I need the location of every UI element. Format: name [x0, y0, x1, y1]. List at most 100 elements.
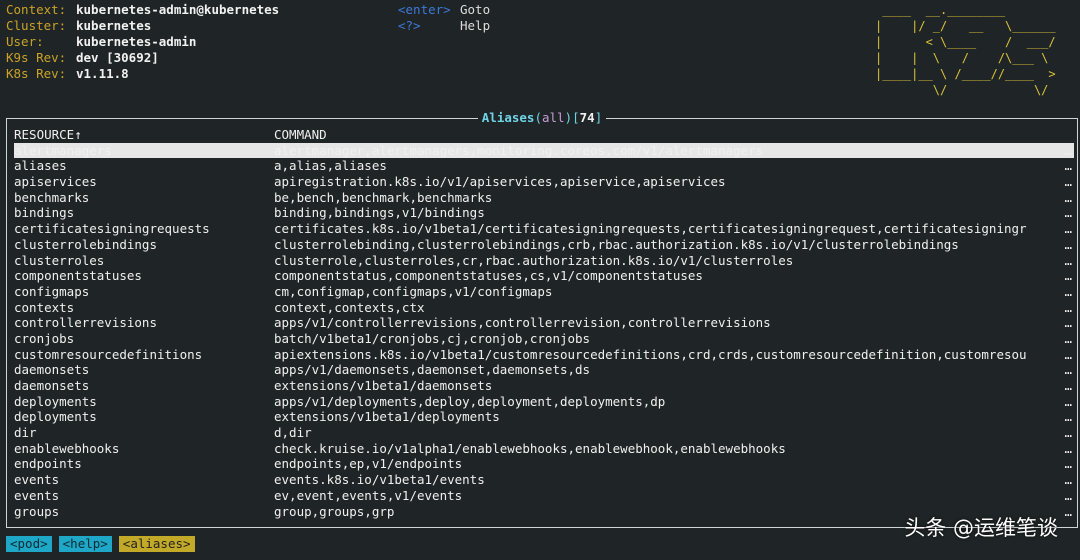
command-cell: cm,configmap,configmaps,v1/configmaps — [274, 283, 553, 299]
resource-cell: clusterroles — [14, 252, 105, 268]
command-cell: ev,event,events,v1/events — [274, 487, 463, 503]
table-row[interactable]: events ev,event,events,v1/events… — [14, 488, 1074, 504]
cluster-info: Context: kubernetes-admin@kubernetes Clus… — [6, 2, 279, 82]
view-namespace: all — [541, 110, 565, 125]
table-row[interactable]: contexts context,contexts,ctx… — [14, 300, 1074, 316]
command-cell: certificates.k8s.io/v1beta1/certificates… — [274, 221, 1027, 237]
keybinding-hints: <enter> Goto <?> Help — [398, 2, 490, 34]
command-cell: check.kruise.io/v1alpha1/enablewebhooks,… — [274, 440, 786, 456]
cluster-label: Cluster: — [6, 18, 67, 33]
resource-cell: configmaps — [14, 283, 90, 299]
view-title: Aliases(all)[74] — [7, 110, 1077, 126]
table-row[interactable]: daemonsets extensions/v1beta1/daemonsets… — [14, 378, 1074, 394]
crumb-pod[interactable]: <pod> — [6, 536, 52, 552]
overflow-ellipsis: … — [1064, 456, 1072, 472]
table-row[interactable]: certificatesigningrequests certificates.k… — [14, 221, 1074, 237]
command-cell: apps/v1/daemonsets,daemonset,daemonsets,… — [274, 362, 591, 378]
resource-cell: events — [14, 472, 60, 488]
view-title-label: Aliases — [481, 110, 535, 125]
resource-cell: endpoints — [14, 456, 82, 472]
resource-cell: certificatesigningrequests — [14, 221, 210, 237]
resource-cell: apiservices — [14, 174, 97, 190]
table-row[interactable]: configmaps cm,configmap,configmaps,v1/con… — [14, 284, 1074, 300]
table-row[interactable]: dir d,dir… — [14, 425, 1074, 441]
resource-cell: bindings — [14, 205, 75, 221]
table-row[interactable]: bindings binding,bindings,v1/bindings… — [14, 205, 1074, 221]
resource-cell: cronjobs — [14, 330, 75, 346]
aliases-view: Aliases(all)[74] RESOURCE↑ COMMAND alert… — [6, 110, 1078, 528]
resource-cell: benchmarks — [14, 189, 90, 205]
table-row[interactable]: clusterrolebindings clusterrolebinding,cl… — [14, 237, 1074, 253]
table-row[interactable]: componentstatuses componentstatus,compone… — [14, 268, 1074, 284]
k9s-logo: ____ __.________ | |/ _/ __ \______ | < … — [875, 3, 1056, 97]
aliases-table: RESOURCE↑ COMMAND alertmanagers alertmana… — [14, 127, 1074, 519]
command-cell: componentstatus,componentstatuses,cs,v1/… — [274, 268, 703, 284]
overflow-ellipsis: … — [1064, 362, 1072, 378]
command-cell: batch/v1beta1/cronjobs,cj,cronjob,cronjo… — [274, 330, 591, 346]
resource-cell: clusterrolebindings — [14, 236, 157, 252]
overflow-ellipsis: … — [1064, 425, 1072, 441]
table-row[interactable]: controllerrevisions apps/v1/controllerrev… — [14, 315, 1074, 331]
crumb-help[interactable]: <help> — [58, 536, 112, 552]
command-cell: clusterrole,clusterroles,cr,rbac.authori… — [274, 252, 794, 268]
overflow-ellipsis: … — [1064, 472, 1072, 488]
table-row[interactable]: events events.k8s.io/v1beta1/events … — [14, 472, 1074, 488]
command-cell: extensions/v1beta1/daemonsets — [274, 378, 493, 393]
command-cell: apps/v1/deployments,deploy,deployment,de… — [274, 393, 666, 409]
table-row[interactable]: deployments extensions/v1beta1/deployment… — [14, 409, 1074, 425]
command-column-header[interactable]: COMMAND — [274, 127, 1062, 143]
overflow-ellipsis: … — [1064, 283, 1072, 299]
command-cell: events.k8s.io/v1beta1/events — [274, 472, 485, 488]
enter-key: <enter> — [398, 2, 451, 17]
overflow-ellipsis: … — [1064, 393, 1072, 409]
help-key: <?> — [398, 18, 421, 33]
resource-cell: componentstatuses — [14, 268, 142, 284]
overflow-ellipsis: … — [1064, 221, 1072, 237]
crumb-aliases[interactable]: <aliases> — [118, 536, 195, 552]
cluster-value: kubernetes — [76, 18, 152, 33]
overflow-ellipsis: … — [1064, 174, 1072, 190]
table-row[interactable]: clusterroles clusterrole,clusterroles,cr,… — [14, 253, 1074, 269]
table-row[interactable]: customresourcedefinitions apiextensions.k… — [14, 347, 1074, 363]
context-row: Context: kubernetes-admin@kubernetes — [6, 2, 279, 18]
k8s-rev-value: v1.11.8 — [76, 66, 129, 81]
resource-cell: groups — [14, 503, 60, 519]
table-row[interactable]: endpoints endpoints,ep,v1/endpoints… — [14, 456, 1074, 472]
table-row[interactable]: enablewebhooks check.kruise.io/v1alpha1/e… — [14, 441, 1074, 457]
command-cell: be,bench,benchmark,benchmarks — [274, 189, 493, 205]
resource-column-header[interactable]: RESOURCE↑ — [14, 127, 272, 143]
table-row[interactable]: deployments apps/v1/deployments,deploy,de… — [14, 394, 1074, 410]
user-label: User: — [6, 34, 44, 49]
k8s-rev-label: K8s Rev: — [6, 66, 67, 81]
table-row[interactable]: benchmarks be,bench,benchmark,benchmarks … — [14, 190, 1074, 206]
keybinding-help: <?> Help — [398, 18, 490, 34]
help-desc: Help — [460, 18, 491, 33]
resource-cell: controllerrevisions — [14, 315, 157, 331]
overflow-ellipsis: … — [1064, 236, 1072, 252]
command-cell: d,dir — [274, 425, 312, 441]
watermark: 头条 @运维笔谈 — [904, 516, 1058, 540]
table-row[interactable]: apiservices apiregistration.k8s.io/v1/api… — [14, 174, 1074, 190]
resource-cell: contexts — [14, 299, 75, 315]
table-row[interactable]: alertmanagers alertmanager,alertmanagers,… — [14, 142, 1074, 159]
table-row[interactable]: cronjobs batch/v1beta1/cronjobs,cj,cronjo… — [14, 331, 1074, 347]
cluster-row: Cluster: kubernetes — [6, 18, 279, 34]
resource-cell: customresourcedefinitions — [14, 346, 203, 362]
overflow-ellipsis: … — [1064, 252, 1072, 268]
overflow-ellipsis: … — [1064, 409, 1072, 425]
resource-cell: daemonsets — [14, 362, 90, 378]
table-row[interactable]: daemonsets apps/v1/daemonsets,daemonset,d… — [14, 362, 1074, 378]
overflow-ellipsis: … — [1064, 330, 1072, 346]
command-cell: clusterrolebinding,clusterrolebindings,c… — [274, 236, 959, 252]
overflow-ellipsis: … — [1064, 315, 1072, 331]
overflow-ellipsis: … — [1064, 299, 1072, 315]
command-cell: apiregistration.k8s.io/v1/apiservices,ap… — [274, 174, 726, 190]
resource-cell: deployments — [14, 409, 97, 425]
overflow-ellipsis: … — [1064, 142, 1072, 158]
resource-cell: alertmanagers — [14, 142, 112, 158]
table-row[interactable]: aliases a,alias,aliases… — [14, 158, 1074, 174]
overflow-ellipsis: … — [1064, 189, 1072, 205]
k9s-rev-label: K9s Rev: — [6, 50, 67, 65]
user-value: kubernetes-admin — [76, 34, 197, 49]
resource-cell: events — [14, 487, 60, 503]
